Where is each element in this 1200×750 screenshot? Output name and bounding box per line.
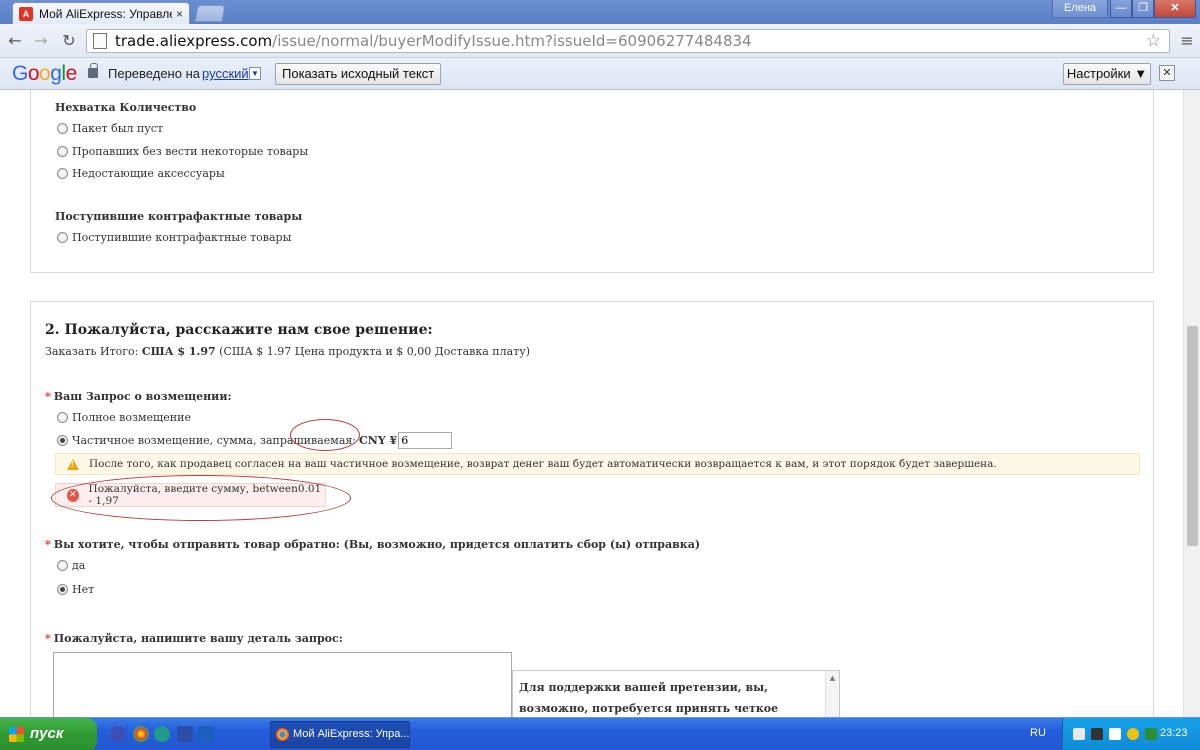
- radio-button[interactable]: [57, 123, 68, 134]
- page-viewport: Нехватка Количество Пакет был пуст Пропа…: [0, 90, 1183, 717]
- tray-update-icon[interactable]: [1145, 728, 1157, 740]
- tab-close-icon[interactable]: ×: [176, 7, 183, 21]
- browser-toolbar: ← → ↻ trade.aliexpress.com/issue/normal/…: [0, 24, 1200, 58]
- language-link[interactable]: русский: [202, 66, 249, 81]
- radio-return-yes[interactable]: да: [57, 559, 85, 572]
- radio-option[interactable]: Поступившие контрафактные товары: [57, 231, 291, 244]
- language-indicator[interactable]: RU: [1030, 727, 1046, 739]
- radio-full-refund[interactable]: Полное возмещение: [57, 411, 191, 424]
- new-tab-button[interactable]: [194, 5, 226, 22]
- tray-shield-icon[interactable]: [1127, 728, 1139, 740]
- tab-aliexpress[interactable]: A Мой AliExpress: Управление ×: [12, 2, 190, 24]
- scrollbar-thumb[interactable]: [1187, 326, 1198, 546]
- group-label-shortage: Нехватка Количество: [55, 101, 197, 114]
- amount-error-message: ✕ Пожалуйста, введите сумму, between0.01…: [55, 483, 326, 507]
- radio-partial-refund[interactable]: Частичное возмещение, сумма, запрашиваем…: [57, 432, 453, 449]
- group-label-counterfeit: Поступившие контрафактные товары: [55, 210, 303, 223]
- show-original-button[interactable]: Показать исходный текст: [275, 63, 442, 85]
- quicklaunch-app-icon[interactable]: [154, 726, 170, 742]
- quicklaunch-desktop-icon[interactable]: [198, 726, 214, 742]
- reload-icon[interactable]: ↻: [58, 31, 80, 51]
- warning-icon: [67, 458, 79, 470]
- partial-refund-warning: После того, как продавец согласен на ваш…: [55, 453, 1140, 475]
- lock-icon: [88, 63, 98, 78]
- refund-request-label: * Ваш Запрос о возмещении:: [45, 390, 232, 403]
- tray-app-icon[interactable]: [1091, 728, 1103, 740]
- tab-strip: A Мой AliExpress: Управление × Елена — ❐…: [0, 0, 1200, 24]
- aliexpress-favicon-icon: A: [19, 6, 33, 21]
- profile-name[interactable]: Елена: [1052, 0, 1108, 18]
- google-logo: Google: [12, 62, 77, 85]
- address-bar[interactable]: trade.aliexpress.com/issue/normal/buyerM…: [86, 29, 1170, 53]
- radio-option[interactable]: Пропавших без вести некоторые товары: [57, 145, 308, 158]
- minimize-button[interactable]: —: [1110, 0, 1132, 18]
- radio-button[interactable]: [57, 146, 68, 157]
- menu-hamburger-icon[interactable]: ≡: [1178, 31, 1196, 51]
- error-icon: ✕: [67, 488, 79, 502]
- back-arrow-icon[interactable]: ←: [4, 31, 26, 51]
- clock: 23:23: [1160, 727, 1188, 739]
- refund-amount-input[interactable]: [398, 432, 453, 449]
- detail-request-textarea[interactable]: [53, 652, 512, 717]
- translate-settings-button[interactable]: Настройки ▼: [1063, 63, 1151, 85]
- taskbar-item-chrome[interactable]: Мой AliExpress: Упра...: [270, 721, 410, 748]
- radio-button[interactable]: [57, 412, 68, 423]
- radio-button[interactable]: [57, 435, 68, 446]
- radio-button[interactable]: [57, 232, 68, 243]
- url-path: /issue/normal/buyerModifyIssue.htm?issue…: [272, 32, 752, 50]
- start-button[interactable]: пуск: [0, 718, 97, 750]
- volume-icon[interactable]: [1109, 728, 1121, 740]
- return-goods-label: * Вы хотите, чтобы отправить товар обратн…: [45, 538, 701, 551]
- section-title: 2. Пожалуйста, расскажите нам свое решен…: [45, 322, 433, 338]
- page-scrollbar[interactable]: [1183, 90, 1200, 717]
- quicklaunch-opera-icon[interactable]: [110, 726, 126, 742]
- url-host: trade.aliexpress.com: [115, 32, 273, 50]
- bookmark-star-icon[interactable]: ☆: [1146, 31, 1161, 51]
- evidence-tip-box: Для поддержки вашей претензии, вы, возмо…: [512, 670, 840, 717]
- quicklaunch-media-icon[interactable]: [177, 726, 193, 742]
- radio-button[interactable]: [57, 584, 68, 595]
- solution-box: 2. Пожалуйста, расскажите нам свое решен…: [30, 301, 1154, 717]
- maximize-button[interactable]: ❐: [1132, 0, 1154, 18]
- windows-taskbar: пуск Мой AliExpress: Упра... RU 23:23: [0, 717, 1200, 750]
- page-icon: [93, 33, 107, 49]
- translate-bar: Google Переведено на русский ▼ Показать …: [0, 58, 1200, 90]
- tip-scrollbar[interactable]: ▲: [825, 671, 839, 717]
- radio-button[interactable]: [57, 560, 68, 571]
- problem-options-box: Нехватка Количество Пакет был пуст Пропа…: [30, 90, 1154, 273]
- quicklaunch-chrome-icon[interactable]: [133, 726, 149, 742]
- radio-return-no[interactable]: Нет: [57, 583, 94, 596]
- close-window-button[interactable]: ✕: [1154, 0, 1196, 18]
- tab-title: Мой AliExpress: Управление: [39, 6, 172, 21]
- radio-option[interactable]: Недостающие аксессуары: [57, 167, 225, 180]
- translated-to-label: Переведено на: [108, 66, 200, 81]
- network-icon[interactable]: [1073, 728, 1085, 740]
- currency-label: CNY ¥: [359, 434, 398, 447]
- detail-request-label: * Пожалуйста, напишите вашу деталь запрос…: [45, 632, 343, 645]
- translate-close-icon[interactable]: ✕: [1159, 65, 1175, 81]
- forward-arrow-icon[interactable]: →: [30, 31, 52, 51]
- order-total: Заказать Итого: США $ 1.97 (США $ 1.97 Ц…: [45, 345, 531, 358]
- language-dropdown-icon[interactable]: ▼: [249, 67, 261, 80]
- radio-option[interactable]: Пакет был пуст: [57, 122, 163, 135]
- radio-button[interactable]: [57, 168, 68, 179]
